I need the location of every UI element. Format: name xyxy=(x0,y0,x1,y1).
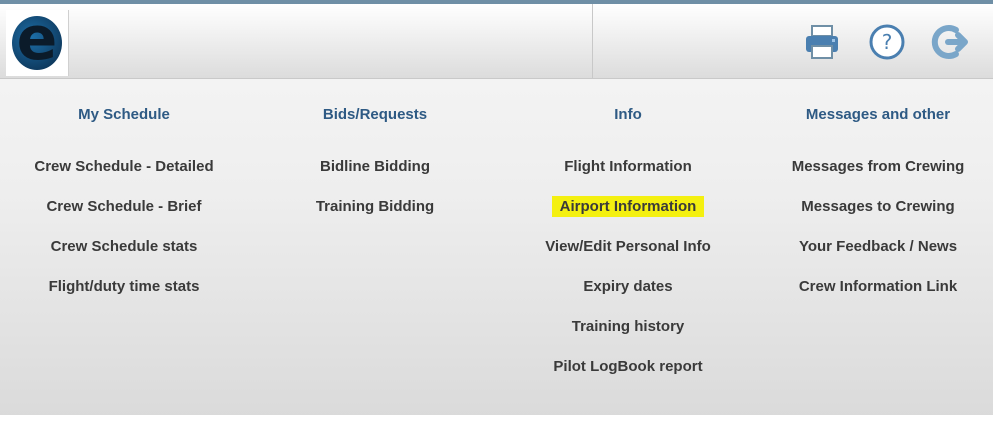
header-bar: e ? xyxy=(0,4,993,79)
menu-item-view-edit-personal-info[interactable]: View/Edit Personal Info xyxy=(508,236,748,257)
menu-item-crew-information-link[interactable]: Crew Information Link xyxy=(758,276,993,297)
bottom-strip xyxy=(0,415,993,431)
print-icon[interactable] xyxy=(802,22,842,62)
menu-item-messages-from-crewing[interactable]: Messages from Crewing xyxy=(758,156,993,177)
app-window: e ? My Schedule Crew Schedule - Detailed… xyxy=(0,0,993,431)
menu-heading-messages-and-other: Messages and other xyxy=(805,106,951,123)
logout-icon[interactable] xyxy=(930,22,970,62)
menu-item-bidline-bidding[interactable]: Bidline Bidding xyxy=(255,156,495,177)
help-icon[interactable]: ? xyxy=(867,22,907,62)
menu-item-your-feedback-news[interactable]: Your Feedback / News xyxy=(758,236,993,257)
logo-letter: e xyxy=(16,4,58,74)
menu-item-crew-schedule-detailed[interactable]: Crew Schedule - Detailed xyxy=(4,156,244,177)
svg-text:?: ? xyxy=(882,30,893,54)
header-divider xyxy=(592,4,593,78)
highlighted-menu-item[interactable]: Airport Information xyxy=(551,196,705,217)
app-logo[interactable]: e xyxy=(6,6,69,76)
menu-item-flight-duty-time-stats[interactable]: Flight/duty time stats xyxy=(4,276,244,297)
menu-heading-info: Info xyxy=(614,106,642,123)
menu-item-training-history[interactable]: Training history xyxy=(508,316,748,337)
menu-heading-my-schedule: My Schedule xyxy=(78,106,170,123)
menu-item-pilot-logbook-report[interactable]: Pilot LogBook report xyxy=(508,356,748,377)
menu-item-flight-information[interactable]: Flight Information xyxy=(508,156,748,177)
menu-item-crew-schedule-stats[interactable]: Crew Schedule stats xyxy=(4,236,244,257)
menu-item-airport-information[interactable]: Airport Information xyxy=(508,196,748,217)
menu-item-crew-schedule-brief[interactable]: Crew Schedule - Brief xyxy=(4,196,244,217)
menu-item-expiry-dates[interactable]: Expiry dates xyxy=(508,276,748,297)
menu-item-training-bidding[interactable]: Training Bidding xyxy=(255,196,495,217)
menu-heading-bids-requests: Bids/Requests xyxy=(322,106,428,123)
menu-item-messages-to-crewing[interactable]: Messages to Crewing xyxy=(758,196,993,217)
